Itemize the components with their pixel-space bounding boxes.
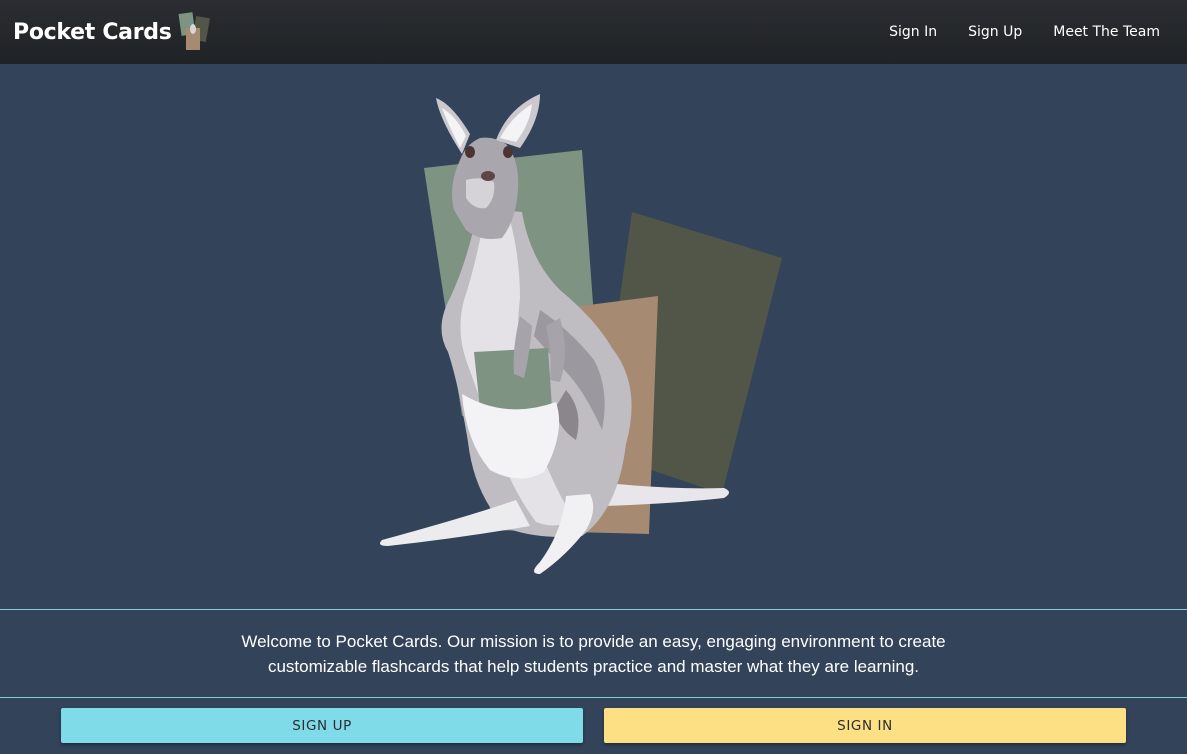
kangaroo-illustration (380, 94, 782, 574)
sign-up-button[interactable]: SIGN UP (61, 708, 583, 743)
brand-name: Pocket Cards (13, 19, 172, 45)
sign-in-button[interactable]: SIGN IN (604, 708, 1126, 743)
brand-link[interactable]: Pocket Cards (13, 10, 216, 54)
nav-links: Sign In Sign Up Meet The Team (858, 0, 1160, 64)
nav-sign-up[interactable]: Sign Up (968, 24, 1022, 40)
navbar: Pocket Cards Sign In Sign Up Meet The Te… (0, 0, 1187, 64)
mission-section: Welcome to Pocket Cards. Our mission is … (0, 609, 1187, 698)
mission-text: Welcome to Pocket Cards. Our mission is … (241, 631, 946, 676)
cards-logo-icon (178, 12, 210, 50)
nav-sign-in[interactable]: Sign In (889, 24, 937, 40)
hero-section (0, 64, 1187, 609)
nav-meet-the-team[interactable]: Meet The Team (1053, 24, 1160, 40)
